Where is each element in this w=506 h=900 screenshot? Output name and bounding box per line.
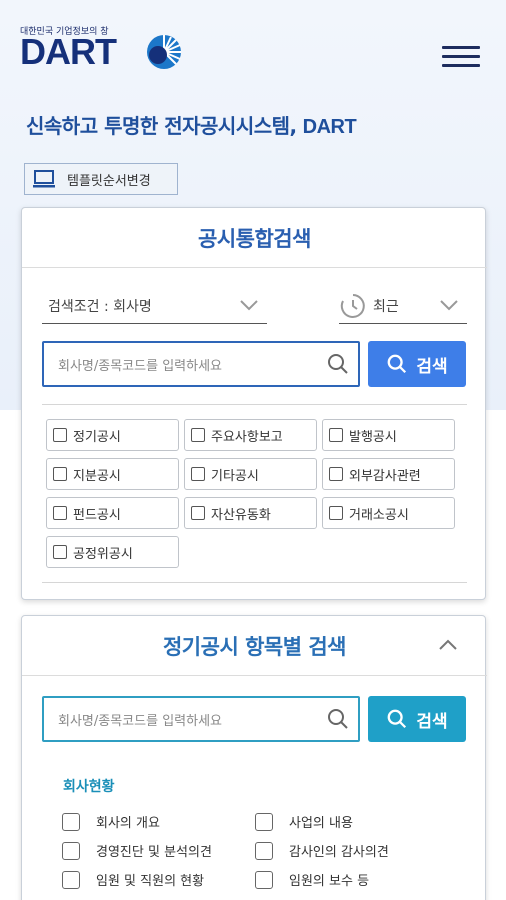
tagline-brand: DART xyxy=(302,116,357,138)
divider xyxy=(42,582,467,583)
periodic-search-card: 정기공시 항목별 검색 회사명/종목코드를 입력하세요 검색 회사현황 회사의 … xyxy=(21,615,487,900)
template-order-button[interactable]: 템플릿순서변경 xyxy=(24,163,178,195)
category-checkbox[interactable]: 주요사항보고 xyxy=(184,419,317,451)
integrated-search-card: 공시통합검색 검색조건 : 회사명 최근 회사명/종목코드를 입력하세요 검색 … xyxy=(21,207,487,600)
category-checkbox[interactable]: 정기공시 xyxy=(46,419,179,451)
report-item-checkbox[interactable]: 경영진단 및 분석의견 xyxy=(62,841,212,860)
period-value: 최근 xyxy=(373,298,399,315)
search-button-label: 검색 xyxy=(416,711,448,732)
header: 대한민국 기업정보의 창 DART xyxy=(0,0,506,100)
category-checkbox[interactable]: 펀드공시 xyxy=(46,497,179,529)
report-item-checkbox[interactable]: 임원의 보수 등 xyxy=(255,870,369,889)
search-placeholder: 회사명/종목코드를 입력하세요 xyxy=(58,713,222,729)
search-icon xyxy=(328,354,348,374)
chevron-down-icon xyxy=(240,300,258,311)
search-placeholder: 회사명/종목코드를 입력하세요 xyxy=(58,358,222,374)
logo-sunburst-icon xyxy=(147,35,181,69)
company-search-input[interactable]: 회사명/종목코드를 입력하세요 xyxy=(42,341,360,387)
category-checkbox[interactable]: 거래소공시 xyxy=(322,497,455,529)
search-icon xyxy=(387,354,407,374)
periodic-search-title: 정기공시 항목별 검색 xyxy=(22,616,487,676)
report-item-checkbox[interactable]: 감사인의 감사의견 xyxy=(255,841,389,860)
template-order-label: 템플릿순서변경 xyxy=(67,173,151,189)
dart-logo[interactable]: 대한민국 기업정보의 창 DART xyxy=(20,24,181,74)
search-condition-value: 검색조건 : 회사명 xyxy=(48,298,152,315)
divider xyxy=(42,404,467,405)
chevron-up-icon[interactable] xyxy=(437,634,459,656)
category-checkbox[interactable]: 공정위공시 xyxy=(46,536,179,568)
category-checkbox[interactable]: 외부감사관련 xyxy=(322,458,455,490)
report-item-checkbox[interactable]: 회사의 개요 xyxy=(62,812,160,831)
hamburger-menu-icon[interactable] xyxy=(442,46,480,68)
logo-text: DART xyxy=(20,31,117,72)
report-item-checkbox[interactable]: 임원 및 직원의 현황 xyxy=(62,870,204,889)
category-checkbox[interactable]: 자산유동화 xyxy=(184,497,317,529)
tagline-text: 신속하고 투명한 전자공시시스템, xyxy=(26,114,297,138)
search-button[interactable]: 검색 xyxy=(368,341,466,387)
category-checkbox[interactable]: 발행공시 xyxy=(322,419,455,451)
search-icon xyxy=(387,709,407,729)
report-item-checkbox[interactable]: 사업의 내용 xyxy=(255,812,353,831)
clock-icon xyxy=(340,293,365,318)
search-condition-select[interactable]: 검색조건 : 회사명 xyxy=(42,288,267,324)
periodic-company-search-input[interactable]: 회사명/종목코드를 입력하세요 xyxy=(42,696,360,742)
search-button-label: 검색 xyxy=(416,356,448,377)
tagline: 신속하고 투명한 전자공시시스템, DART xyxy=(26,110,357,139)
category-checkbox[interactable]: 기타공시 xyxy=(184,458,317,490)
period-select[interactable]: 최근 xyxy=(339,288,467,324)
chevron-down-icon xyxy=(440,300,458,311)
monitor-icon xyxy=(33,170,55,188)
section-title-company-status: 회사현황 xyxy=(63,779,115,795)
search-icon xyxy=(328,709,348,729)
category-checkbox[interactable]: 지분공시 xyxy=(46,458,179,490)
periodic-search-button[interactable]: 검색 xyxy=(368,696,466,742)
integrated-search-title: 공시통합검색 xyxy=(22,208,487,268)
